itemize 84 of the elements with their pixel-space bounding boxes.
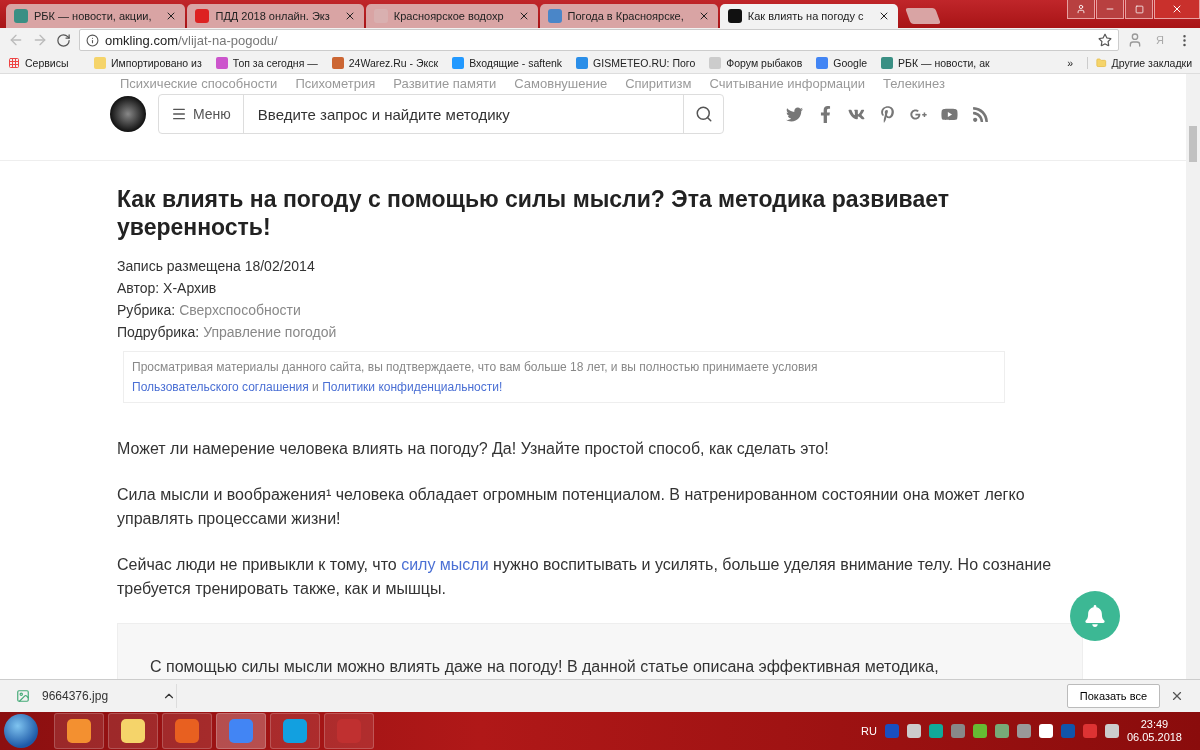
paragraph: Сила мысли и воображения¹ человека обладает огромным потенциалом. В натренированном состоянии она может легко управлять процессами жизни! xyxy=(117,485,1026,529)
tray-icon[interactable] xyxy=(1104,724,1119,738)
favicon-icon xyxy=(547,9,562,23)
favicon-icon xyxy=(709,56,722,69)
bookmark[interactable]: Google xyxy=(816,56,868,69)
more-bookmarks-button[interactable]: » xyxy=(1067,56,1073,69)
meta-text: Запись размещена 18/02/2014 xyxy=(117,257,316,276)
minimize-button[interactable] xyxy=(1096,0,1124,19)
quote-text: С помощью силы мысли можно влиять даже на погоду! В данной статье описана эффективная методика, xyxy=(150,658,939,675)
favicon-icon xyxy=(881,56,894,69)
favicon-icon xyxy=(816,56,829,69)
paragraph: Сейчас люди не привыкли к тому, что силу мысли нужно воспитывать и усилять, больше уделяя внимание телу. Но сознание требуется тренировать также, как и мышцы. xyxy=(117,555,1053,599)
favicon-icon xyxy=(94,56,106,69)
favicon-icon xyxy=(331,56,344,69)
browser-tab[interactable]: Как влиять на погоду с xyxy=(719,4,898,28)
menu-button[interactable]: Меню xyxy=(159,95,244,133)
bookmark-folder[interactable]: Другие закладки xyxy=(1087,56,1192,69)
favicon-icon xyxy=(576,56,589,69)
rss-icon[interactable] xyxy=(972,105,989,123)
maximize-button[interactable] xyxy=(1125,0,1153,19)
image-file-icon xyxy=(16,689,30,703)
extension-icon[interactable] xyxy=(1127,32,1143,48)
star-icon[interactable] xyxy=(1098,33,1112,47)
meta-label: Рубрика: xyxy=(117,302,176,318)
show-all-button[interactable]: Показать все xyxy=(1066,684,1160,708)
bookmark[interactable]: Топ за сегодня — xyxy=(215,56,318,69)
folder-icon xyxy=(1096,56,1107,69)
apps-icon xyxy=(8,56,20,69)
search-icon xyxy=(694,105,713,123)
search-field[interactable]: Меню Введите запрос и найдите методику xyxy=(158,94,724,134)
category-link[interactable]: Сверхспособности xyxy=(179,302,301,318)
article-title: Как влиять на погоду с помощью силы мысли? Эта методика развивает уверенность! xyxy=(117,185,950,241)
browser-tab[interactable]: Погода в Красноярске, xyxy=(539,4,718,28)
category-link[interactable]: Управление погодой xyxy=(203,324,337,340)
bell-icon xyxy=(1084,605,1106,627)
profile-button[interactable] xyxy=(1067,0,1095,19)
close-icon xyxy=(1171,3,1183,15)
meta-label: Подрубрика: xyxy=(117,324,200,340)
scrollbar[interactable] xyxy=(1186,74,1200,679)
logo-icon[interactable] xyxy=(110,96,146,132)
bookmark[interactable]: Сервисы xyxy=(8,56,80,69)
taskbar-app[interactable] xyxy=(108,713,158,749)
bookmark[interactable]: Форум рыбаков xyxy=(709,56,803,69)
language-indicator[interactable]: RU xyxy=(861,725,877,737)
bookmark[interactable]: 24Warez.Ru - Экск xyxy=(331,56,439,69)
favicon-icon xyxy=(215,56,228,69)
tray-icon[interactable] xyxy=(906,724,921,738)
notification-button[interactable] xyxy=(1070,591,1120,641)
start-button[interactable] xyxy=(4,714,38,748)
favicon-icon xyxy=(14,9,28,23)
tray-icon[interactable] xyxy=(1038,724,1053,738)
twitter-icon[interactable] xyxy=(786,105,803,123)
download-item[interactable]: 9664376.jpg xyxy=(42,689,150,703)
bookmark[interactable]: Импортировано из xyxy=(94,56,202,69)
browser-tab[interactable]: Красноярское водохр xyxy=(365,4,538,28)
meta-text: Автор: X-Архив xyxy=(117,279,218,298)
tray-icon[interactable] xyxy=(972,724,987,738)
reload-icon[interactable] xyxy=(56,32,71,48)
favicon-icon xyxy=(195,9,210,23)
link[interactable]: Политики конфиденциальности! xyxy=(322,380,503,394)
browser-tab[interactable]: ПДД 2018 онлайн. Экз xyxy=(187,4,364,28)
clock[interactable]: 23:49 06.05.2018 xyxy=(1126,718,1182,744)
link[interactable]: силу мысли xyxy=(401,556,489,573)
bookmark[interactable]: РБК — новости, ак xyxy=(881,56,990,69)
info-icon[interactable] xyxy=(86,33,99,47)
paragraph: Может ли намерение человека влиять на погоду? Да! Узнайте простой способ, как сделать это! xyxy=(117,439,830,459)
notice-text: Просматривая материалы данного сайта, вы подтверждаете, что вам больше 18 лет, и вы полностью принимаете условия Пользовательского соглашения и Политики конфиденциальности! xyxy=(123,351,1005,403)
favicon-icon xyxy=(452,56,465,69)
taskbar-app[interactable] xyxy=(270,713,320,749)
url-text: omkling.com/vlijat-na-pogodu/ xyxy=(105,32,278,48)
browser-tab[interactable]: РБК — новости, акции, xyxy=(6,4,186,28)
bookmark[interactable]: GISMETEO.RU: Пого xyxy=(576,56,696,69)
pinterest-icon[interactable] xyxy=(879,105,896,123)
maximize-icon xyxy=(1134,4,1144,14)
close-icon[interactable] xyxy=(1170,689,1184,703)
close-button[interactable] xyxy=(1154,0,1200,19)
favicon-icon xyxy=(727,9,742,23)
taskbar-app[interactable] xyxy=(54,713,104,749)
bookmark[interactable]: Входящие - saftenk xyxy=(452,56,563,69)
address-bar[interactable]: omkling.com/vlijat-na-pogodu/ xyxy=(79,29,1119,51)
link[interactable]: Пользовательского соглашения xyxy=(132,380,309,394)
new-tab-button[interactable] xyxy=(904,8,941,24)
person-icon xyxy=(1076,4,1086,14)
menu-icon xyxy=(171,106,187,122)
